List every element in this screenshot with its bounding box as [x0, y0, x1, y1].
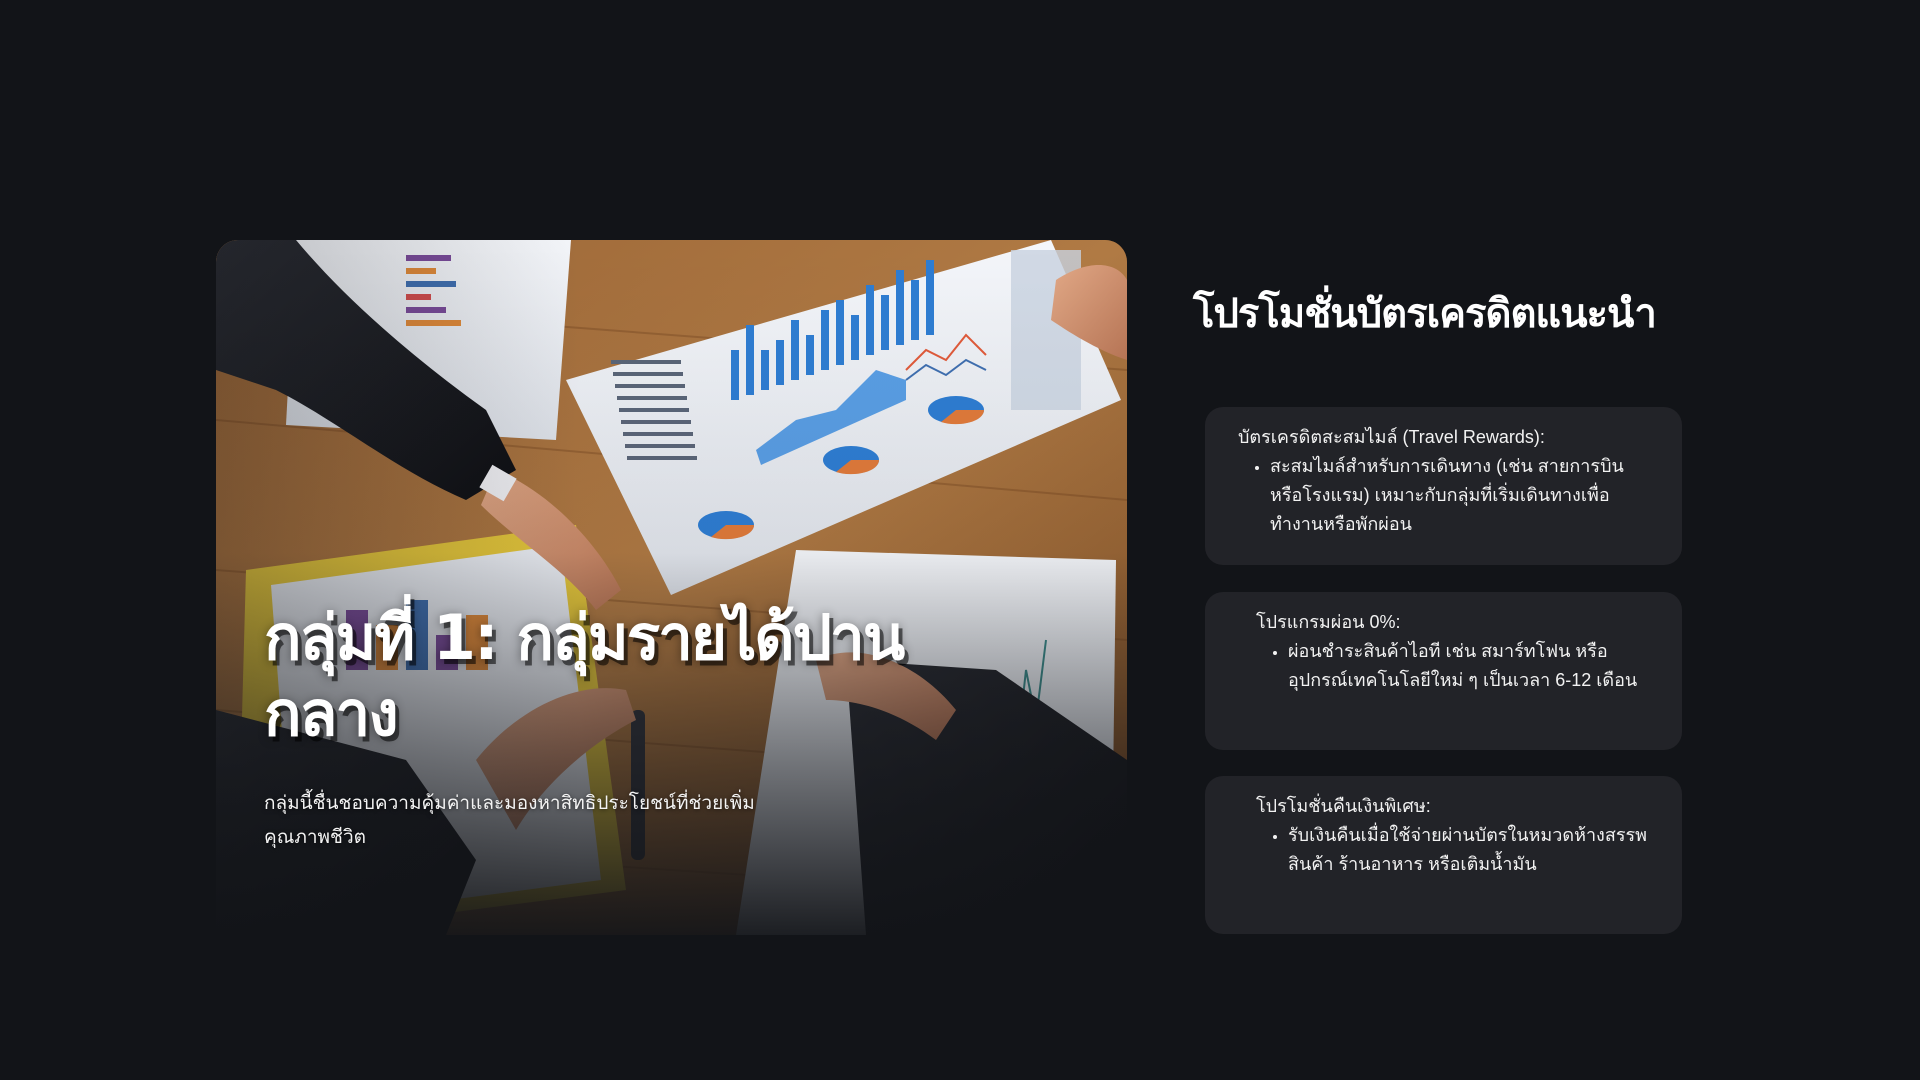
promo-card-list: ผ่อนชำระสินค้าไอที เช่น สมาร์ทโฟน หรืออุ…	[1256, 637, 1652, 695]
promo-card-bullet: รับเงินคืนเมื่อใช้จ่ายผ่านบัตรในหมวดห้าง…	[1288, 821, 1652, 879]
hero-title: กลุ่มที่ 1: กลุ่มรายได้ปานกลาง	[264, 601, 905, 750]
promo-card-heading: บัตรเครดิตสะสมไมล์ (Travel Rewards):	[1238, 427, 1545, 447]
promo-card-travel-rewards: บัตรเครดิตสะสมไมล์ (Travel Rewards): สะส…	[1205, 407, 1682, 565]
slide: กลุ่มที่ 1: กลุ่มรายได้ปานกลาง กลุ่มนี้ช…	[0, 0, 1920, 1080]
promo-card-bullet: สะสมไมล์สำหรับการเดินทาง (เช่น สายการบิน…	[1270, 452, 1652, 539]
promo-card-list: สะสมไมล์สำหรับการเดินทาง (เช่น สายการบิน…	[1238, 452, 1652, 539]
promo-card-heading: โปรโมชั่นคืนเงินพิเศษ:	[1256, 796, 1431, 816]
promo-card-list: รับเงินคืนเมื่อใช้จ่ายผ่านบัตรในหมวดห้าง…	[1256, 821, 1652, 879]
hero-image-card: กลุ่มที่ 1: กลุ่มรายได้ปานกลาง กลุ่มนี้ช…	[216, 240, 1127, 935]
section-title: โปรโมชั่นบัตรเครดิตแนะนำ	[1193, 291, 1657, 337]
promo-card-heading: โปรแกรมผ่อน 0%:	[1256, 612, 1401, 632]
promo-card-bullet: ผ่อนชำระสินค้าไอที เช่น สมาร์ทโฟน หรืออุ…	[1288, 637, 1652, 695]
promo-card-installment: โปรแกรมผ่อน 0%: ผ่อนชำระสินค้าไอที เช่น …	[1205, 592, 1682, 750]
promo-card-cashback: โปรโมชั่นคืนเงินพิเศษ: รับเงินคืนเมื่อใช…	[1205, 776, 1682, 934]
hero-subtitle: กลุ่มนี้ชื่นชอบความคุ้มค่าและมองหาสิทธิป…	[264, 792, 755, 848]
